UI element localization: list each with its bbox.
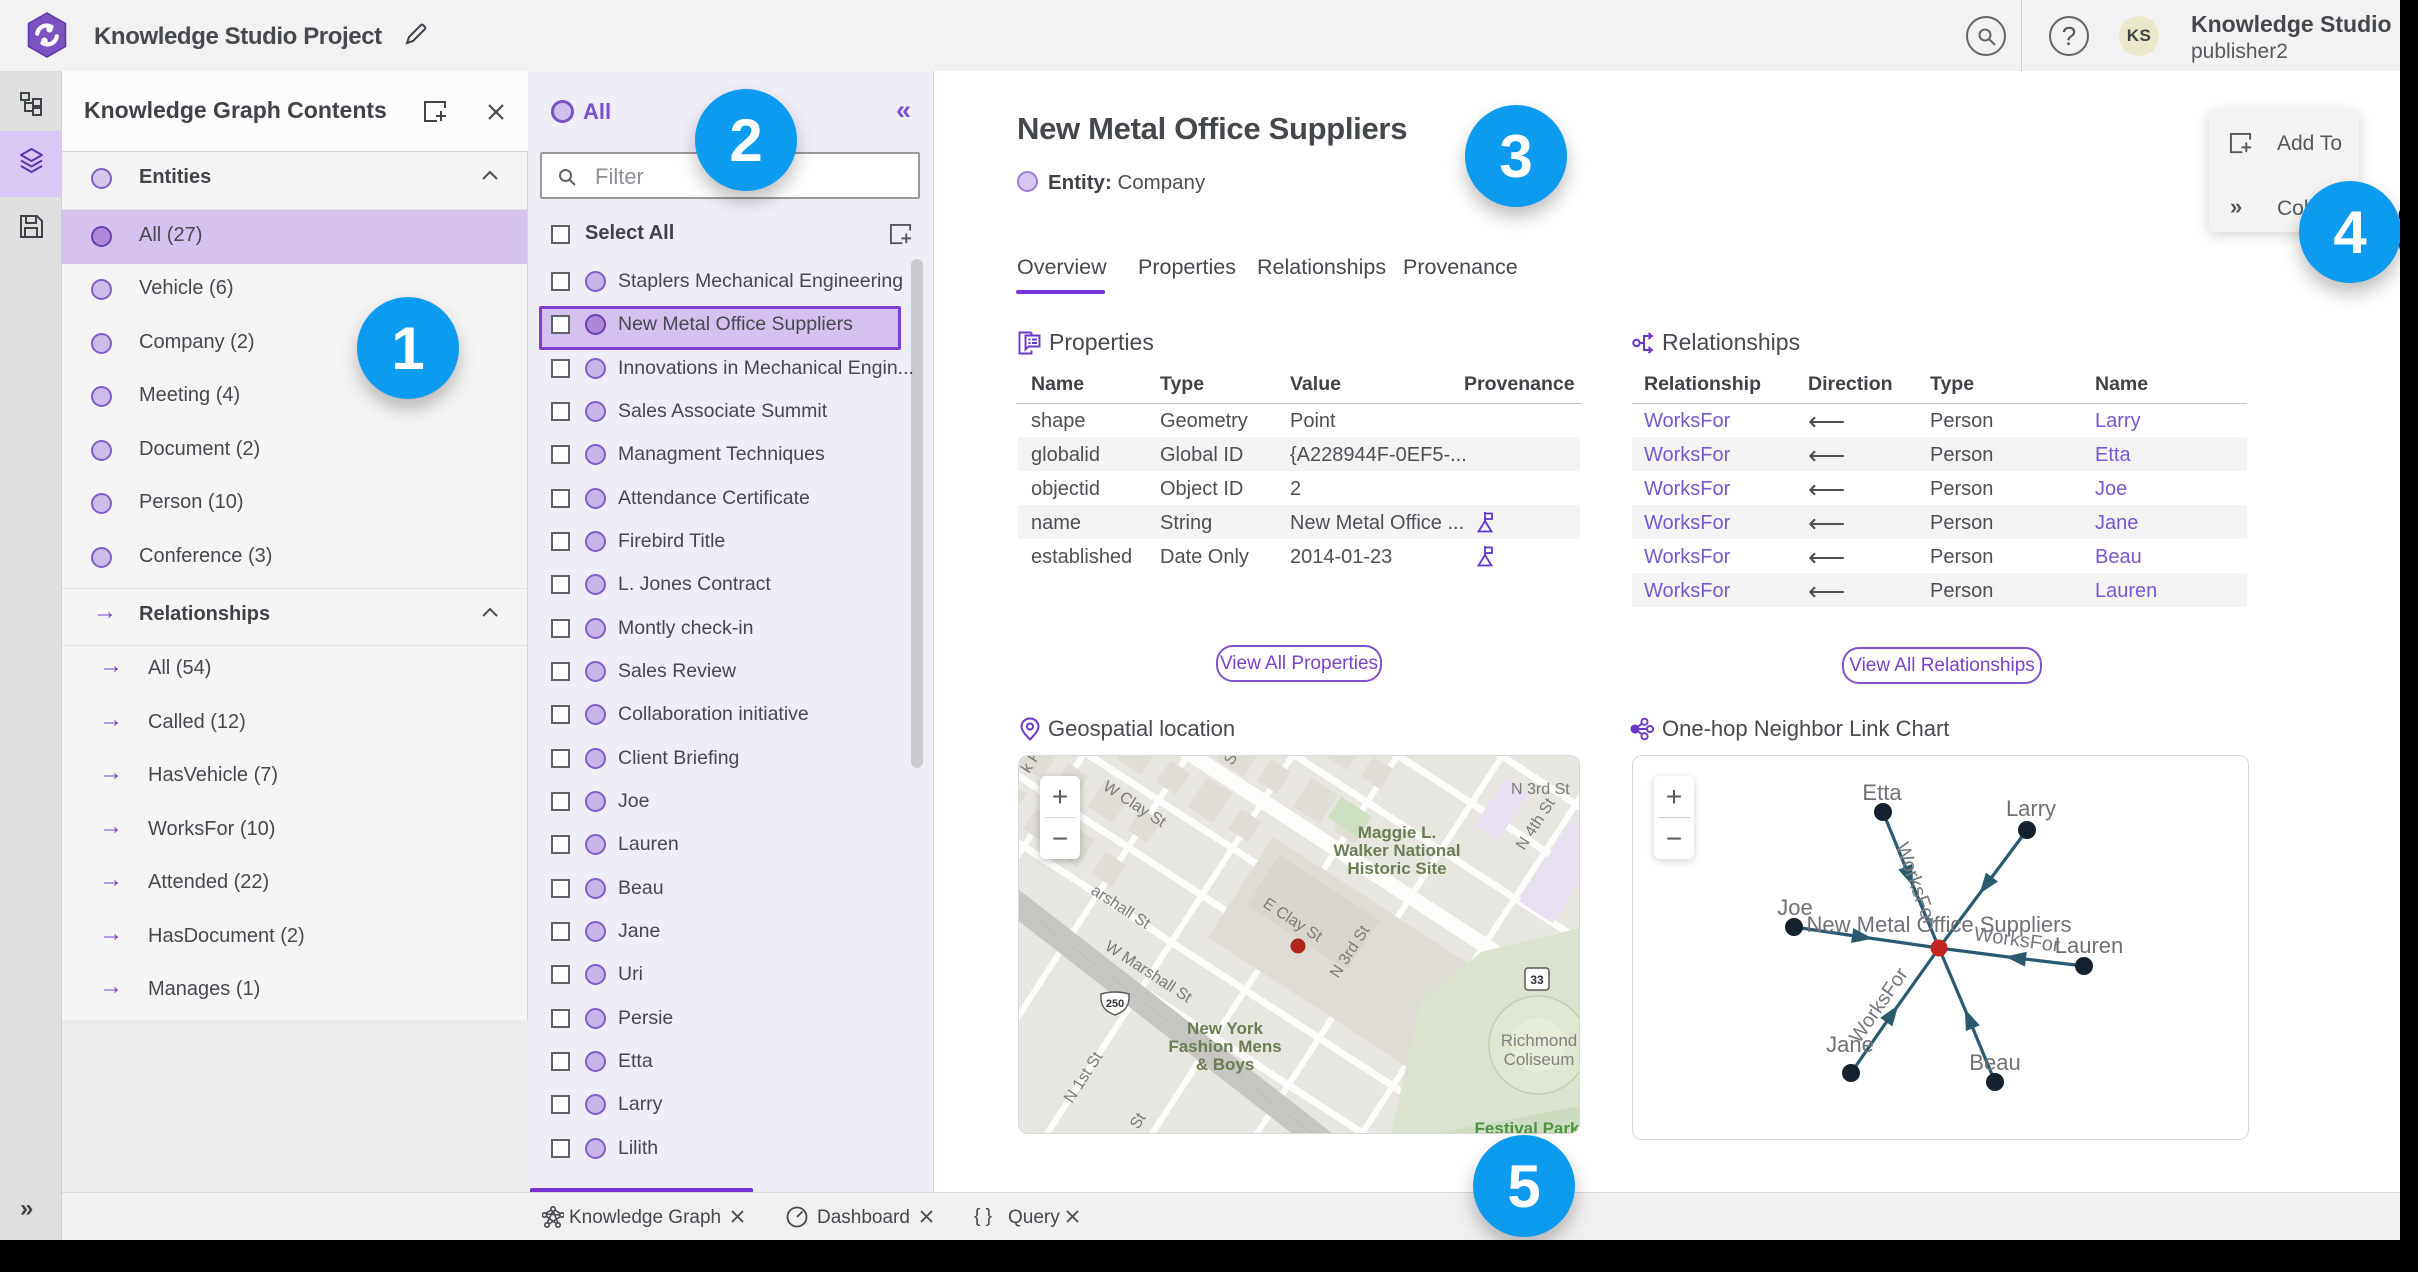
svg-text:Coliseum: Coliseum (1504, 1050, 1575, 1069)
svg-text:Fashion Mens: Fashion Mens (1168, 1037, 1281, 1056)
svg-text:Larry: Larry (2006, 796, 2056, 821)
svg-text:& Boys: & Boys (1196, 1055, 1255, 1074)
svg-text:250: 250 (1106, 998, 1124, 1010)
svg-text:Beau: Beau (1969, 1050, 2020, 1075)
svg-text:Walker National: Walker National (1334, 841, 1461, 860)
svg-text:Etta: Etta (1862, 780, 1902, 805)
svg-text:Historic Site: Historic Site (1347, 859, 1446, 878)
svg-text:New York: New York (1187, 1019, 1263, 1038)
svg-text:Maggie L.: Maggie L. (1358, 823, 1436, 842)
svg-text:Richmond: Richmond (1501, 1031, 1578, 1050)
svg-text:N 3rd St: N 3rd St (1511, 781, 1570, 798)
svg-text:Festival Park: Festival Park (1475, 1119, 1579, 1133)
svg-text:33: 33 (1530, 973, 1544, 987)
